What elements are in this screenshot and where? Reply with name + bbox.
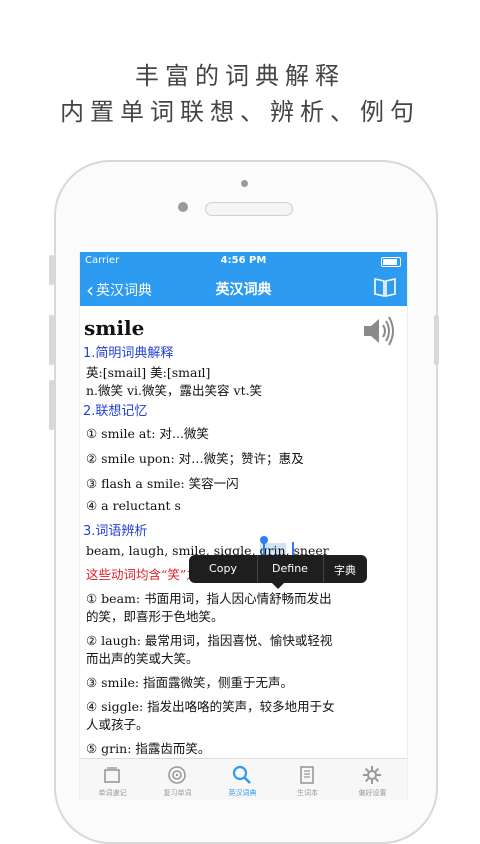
pronunciation-speaker-icon[interactable] xyxy=(361,315,397,347)
volume-down-button xyxy=(49,380,54,430)
menu-pointer xyxy=(272,583,284,589)
tab-bar: 单词速记 复习单词 英汉词典 生词本 偏好设置 xyxy=(80,758,407,800)
tab-label: 复习单词 xyxy=(163,789,192,797)
section-title: 1.简明词典解释 xyxy=(83,346,174,361)
status-bar: Carrier 4:56 PM xyxy=(80,252,407,270)
book-icon[interactable] xyxy=(373,276,397,298)
distinction-line: ① beam: 书面用词，指人因心情舒畅而发出 xyxy=(86,591,332,606)
association-item: ② smile upon: 对…微笑；赞许；惠及 xyxy=(86,451,304,466)
tab-preferences[interactable]: 偏好设置 xyxy=(340,759,405,800)
promo-subheadline: 内置单词联想、辨析、例句 xyxy=(60,98,420,126)
headword: smile xyxy=(84,316,145,340)
association-item: ③ flash a smile: 笑容一闪 xyxy=(86,476,239,491)
volume-up-button xyxy=(49,315,54,365)
distinction-line: 的笑，即喜形于色地笑。 xyxy=(86,609,224,624)
distinction-line: ③ smile: 指面露微笑，侧重于无声。 xyxy=(86,675,294,690)
tab-word-memorize[interactable]: 单词速记 xyxy=(80,759,145,800)
search-icon xyxy=(232,765,251,784)
front-camera xyxy=(178,202,188,212)
tab-review[interactable]: 复习单词 xyxy=(145,759,210,800)
target-icon xyxy=(168,766,186,784)
tab-label: 单词速记 xyxy=(98,789,127,797)
association-item: ① smile at: 对...微笑 xyxy=(86,426,209,441)
section-title: 2.联想记忆 xyxy=(83,404,148,419)
dictionary-menu-item[interactable]: 字典 xyxy=(323,562,367,578)
copy-menu-item[interactable]: Copy xyxy=(189,562,257,575)
notebook-icon xyxy=(300,766,314,784)
association-item: ④ a reluctant s xyxy=(86,498,181,513)
tab-dictionary[interactable]: 英汉词典 xyxy=(210,759,275,800)
tab-label: 生词本 xyxy=(297,789,318,797)
tab-label: 偏好设置 xyxy=(358,789,387,797)
distinction-line: ④ siggle: 指发出咯咯的笑声，较多地用于女 xyxy=(86,699,335,714)
mute-switch xyxy=(49,255,54,285)
distinction-line: ⑤ grin: 指露齿而笑。 xyxy=(86,741,211,756)
text-selection-menu: Copy Define 字典 xyxy=(189,555,367,589)
definition: n.微笑 vi.微笑，露出笑容 vt.笑 xyxy=(86,383,263,398)
define-menu-item[interactable]: Define xyxy=(257,562,323,575)
clock: 4:56 PM xyxy=(220,255,267,266)
tab-label: 英汉词典 xyxy=(228,789,257,797)
proximity-sensor xyxy=(241,180,248,187)
section-title: 3.词语辨析 xyxy=(83,524,148,539)
distinction-line: ② laugh: 最常用词，指因喜悦、愉快或轻视 xyxy=(86,633,333,648)
distinction-line: 人或孩子。 xyxy=(86,717,149,732)
nav-title: 英汉词典 xyxy=(215,282,272,298)
nav-bar: ‹ 英汉词典 英汉词典 xyxy=(80,270,407,306)
cards-icon xyxy=(104,767,120,783)
tab-vocabulary-book[interactable]: 生词本 xyxy=(275,759,340,800)
selection-handle-left-knob[interactable] xyxy=(260,536,268,544)
gear-icon xyxy=(363,766,381,784)
dictionary-entry: smile 1.简明词典解释 英:[smail] 美:[smaɪl] n.微笑 … xyxy=(80,306,407,758)
earpiece-speaker xyxy=(205,202,293,216)
distinction-line: 而出声的笑或大笑。 xyxy=(86,651,199,666)
phonetic: 英:[smail] 美:[smaɪl] xyxy=(86,365,211,380)
app-screen: Carrier 4:56 PM ‹ 英汉词典 英汉词典 smile 1.简明词典解… xyxy=(79,252,408,800)
power-button xyxy=(434,315,439,365)
promo-headline: 丰富的词典解释 xyxy=(135,62,345,90)
battery-icon xyxy=(381,257,401,267)
